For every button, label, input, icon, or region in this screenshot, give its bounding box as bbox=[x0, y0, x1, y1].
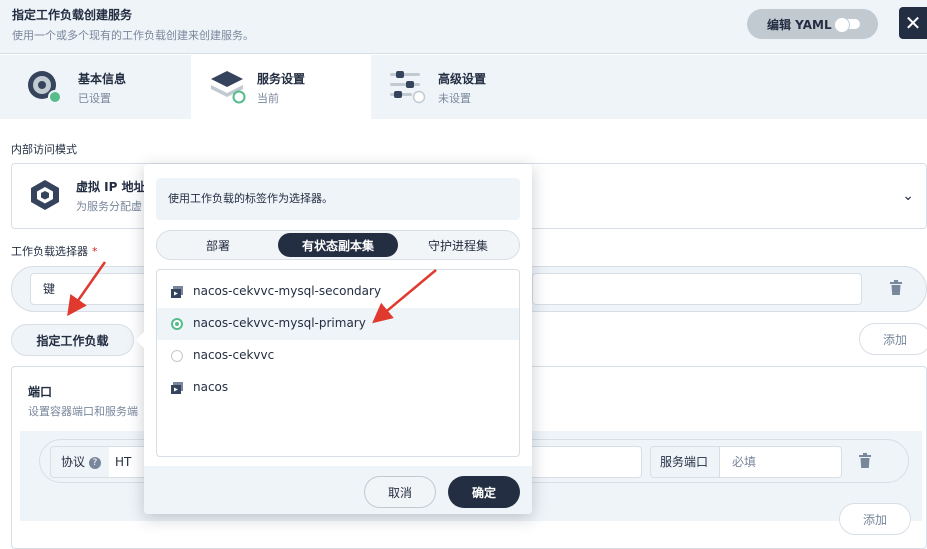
close-icon: ✕ bbox=[904, 11, 922, 35]
required-mark: * bbox=[92, 245, 98, 258]
list-item[interactable]: nacos-cekvvc-mysql-primary bbox=[157, 308, 519, 340]
workload-picker-popover: 使用工作负载的标签作为选择器。 部署 有状态副本集 守护进程集 nacos-ce… bbox=[136, 164, 532, 514]
advanced-settings-icon bbox=[390, 71, 426, 104]
close-button[interactable]: ✕ bbox=[899, 7, 927, 39]
tab-daemonsets[interactable]: 守护进程集 bbox=[403, 233, 513, 257]
toggle-switch-icon bbox=[834, 17, 860, 33]
container-port-input[interactable] bbox=[520, 446, 642, 478]
workload-selector-label: 工作负载选择器 * bbox=[11, 243, 98, 259]
step-status: 未设置 bbox=[438, 92, 471, 105]
workload-name: nacos-cekvvc-mysql-primary bbox=[193, 316, 366, 330]
workload-icon bbox=[171, 382, 183, 394]
add-selector-button[interactable]: 添加 bbox=[859, 323, 927, 355]
confirm-button[interactable]: 确定 bbox=[448, 476, 520, 508]
popover-footer: 取消 确定 bbox=[144, 466, 532, 514]
workload-selector-label-text: 工作负载选择器 bbox=[11, 245, 88, 258]
radio-selected-icon bbox=[171, 318, 183, 330]
radio-empty-icon bbox=[171, 350, 183, 362]
service-settings-icon bbox=[211, 71, 246, 104]
tab-statefulsets[interactable]: 有状态副本集 bbox=[278, 233, 398, 257]
workload-name: nacos bbox=[193, 380, 229, 394]
info-icon bbox=[28, 71, 62, 104]
access-mode-subtitle: 为服务分配虚 bbox=[76, 200, 142, 213]
delete-icon[interactable] bbox=[889, 280, 903, 296]
workload-name: nacos-cekvvc bbox=[193, 348, 275, 362]
workload-type-tabs: 部署 有状态副本集 守护进程集 bbox=[156, 230, 520, 260]
help-icon[interactable]: ? bbox=[88, 457, 101, 469]
access-mode-title: 虚拟 IP 地址 bbox=[76, 180, 146, 194]
add-port-button[interactable]: 添加 bbox=[839, 503, 911, 535]
modal-title: 指定工作负载创建服务 bbox=[12, 8, 133, 22]
step-status: 当前 bbox=[257, 92, 279, 105]
virtual-ip-icon bbox=[31, 180, 59, 210]
modal-header: 指定工作负载创建服务 使用一个或多个现有的工作负载创建来创建服务。 编辑 YAM… bbox=[0, 0, 927, 54]
cancel-button[interactable]: 取消 bbox=[364, 476, 436, 508]
step-title: 基本信息 bbox=[78, 72, 127, 86]
workload-list: nacos-cekvvc-mysql-secondary nacos-cekvv… bbox=[156, 269, 520, 457]
service-port-label: 服务端口 bbox=[650, 446, 720, 478]
list-item[interactable]: nacos bbox=[157, 372, 519, 404]
step-advanced-settings[interactable]: 高级设置 未设置 bbox=[372, 55, 552, 119]
step-service-settings[interactable]: 服务设置 当前 bbox=[191, 55, 371, 119]
list-item[interactable]: nacos-cekvvc bbox=[157, 340, 519, 372]
edit-yaml-label: 编辑 YAML bbox=[767, 17, 832, 32]
protocol-label: 协议 ? bbox=[50, 446, 110, 478]
modal-subtitle: 使用一个或多个现有的工作负载创建来创建服务。 bbox=[12, 29, 254, 42]
protocol-label-text: 协议 bbox=[61, 455, 86, 469]
step-navigation: 基本信息 已设置 服务设置 当前 高级设置 未设置 bbox=[0, 55, 927, 119]
workload-icon bbox=[171, 286, 183, 298]
popover-description: 使用工作负载的标签作为选择器。 bbox=[156, 178, 520, 220]
access-mode-label: 内部访问模式 bbox=[11, 143, 77, 156]
tab-deployments[interactable]: 部署 bbox=[163, 233, 273, 257]
step-basic-info[interactable]: 基本信息 已设置 bbox=[0, 55, 180, 119]
chevron-down-icon: ⌄ bbox=[902, 188, 914, 204]
workload-name: nacos-cekvvc-mysql-secondary bbox=[193, 284, 382, 298]
specify-workload-button[interactable]: 指定工作负载 bbox=[11, 324, 134, 356]
ports-subtitle: 设置容器端口和服务端 bbox=[28, 405, 138, 418]
step-title: 服务设置 bbox=[257, 72, 306, 86]
delete-icon[interactable] bbox=[858, 453, 872, 469]
ports-title: 端口 bbox=[28, 385, 53, 399]
service-port-input[interactable]: 必填 bbox=[719, 446, 842, 478]
selector-value-input[interactable] bbox=[532, 273, 862, 305]
selector-key-input[interactable]: 键 bbox=[30, 273, 150, 305]
step-status: 已设置 bbox=[78, 92, 111, 105]
edit-yaml-toggle[interactable]: 编辑 YAML bbox=[747, 9, 878, 39]
step-title: 高级设置 bbox=[438, 72, 487, 86]
list-item[interactable]: nacos-cekvvc-mysql-secondary bbox=[157, 276, 519, 308]
